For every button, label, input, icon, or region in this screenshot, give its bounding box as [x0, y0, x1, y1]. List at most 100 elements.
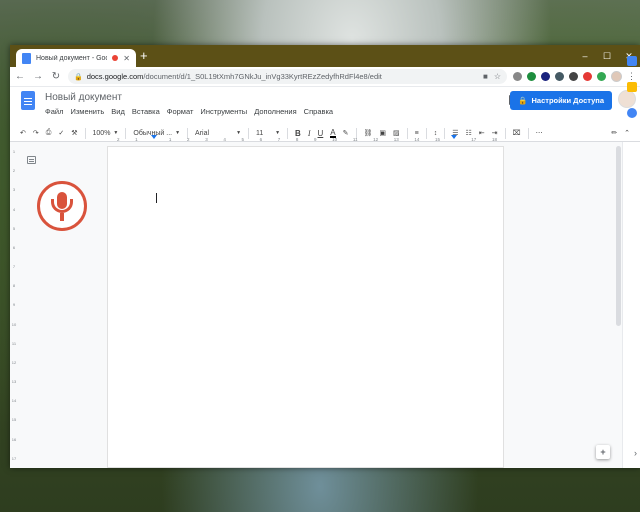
explore-add-button[interactable] — [596, 445, 610, 459]
text-cursor — [156, 193, 157, 203]
ruler-tick: 1 — [135, 136, 138, 142]
share-button[interactable]: 🔒 Настройки Доступа — [510, 91, 612, 110]
menu-view[interactable]: Вид — [111, 107, 125, 116]
omnibox-actions: ■ ☆ — [483, 72, 501, 81]
spellcheck-icon[interactable]: ✓ — [58, 129, 64, 137]
editing-mode-icon[interactable]: ✏ — [611, 129, 617, 137]
green-extension-icon[interactable] — [527, 72, 536, 81]
minimize-button[interactable]: – — [574, 45, 596, 67]
vertical-ruler-tick: 16 — [11, 436, 17, 442]
mic-stand — [60, 213, 64, 221]
vertical-ruler-tick: 14 — [11, 398, 17, 404]
mic-arc — [51, 199, 73, 213]
right-indent-marker[interactable] — [451, 135, 457, 139]
url-text: docs.google.com/document/d/1_S0L19tXmh7G… — [87, 72, 479, 81]
keep-icon[interactable] — [627, 82, 637, 92]
profile-avatar[interactable] — [611, 71, 622, 82]
docs-header: Новый документ Файл Изменить Вид Вставка… — [10, 87, 640, 125]
pocket-extension-icon[interactable] — [513, 72, 522, 81]
ruler-tick: 4 — [223, 136, 226, 142]
new-tab-button[interactable]: + — [140, 49, 148, 63]
chevron-right-icon[interactable]: › — [634, 448, 637, 458]
user-avatar[interactable] — [618, 90, 636, 108]
maximize-button[interactable]: ☐ — [596, 45, 618, 67]
camera-icon[interactable]: ■ — [483, 72, 488, 81]
ruler-tick: 1 — [168, 136, 172, 142]
drive-extension-icon[interactable] — [597, 72, 606, 81]
vertical-ruler-tick: 3 — [12, 187, 16, 193]
vertical-scrollbar[interactable] — [616, 142, 621, 468]
ruler-tick: 18 — [491, 136, 497, 142]
toolbar-divider — [527, 127, 529, 139]
vertical-ruler-tick: 6 — [12, 244, 16, 250]
redo-icon[interactable]: ↷ — [33, 129, 39, 137]
more-icon[interactable]: ⋯ — [536, 129, 543, 137]
browser-tab[interactable]: Новый документ - Google Д ✕ — [16, 49, 136, 67]
clear-formatting-icon[interactable]: ⌧ — [513, 129, 521, 137]
url-input[interactable]: 🔒 docs.google.com/document/d/1_S0L19tXmh… — [68, 69, 507, 84]
url-domain: docs.google.com — [86, 72, 144, 81]
scroll-thumb[interactable] — [616, 146, 621, 326]
address-bar: ← → ↻ 🔒 docs.google.com/document/d/1_S0L… — [10, 67, 640, 87]
menu-file[interactable]: Файл — [45, 107, 63, 116]
reload-icon[interactable]: ↻ — [50, 71, 62, 82]
dark-extension-icon[interactable] — [569, 72, 578, 81]
menu-addons[interactable]: Дополнения — [254, 107, 296, 116]
bookmark-star-icon[interactable]: ☆ — [494, 72, 501, 81]
menu-edit[interactable]: Изменить — [70, 107, 104, 116]
vertical-ruler-tick: 12 — [11, 359, 17, 365]
vertical-ruler-tick: 17 — [11, 455, 17, 461]
vertical-ruler-tick: 4 — [12, 206, 16, 212]
paint-format-icon[interactable]: ⚒ — [71, 129, 77, 137]
document-page[interactable] — [107, 146, 504, 468]
back-icon[interactable]: ← — [14, 71, 26, 82]
check-extension-icon[interactable] — [555, 72, 564, 81]
vertical-ruler-tick: 2 — [12, 168, 16, 174]
menu-format[interactable]: Формат — [167, 107, 194, 116]
vertical-ruler-tick: 8 — [12, 283, 16, 289]
vertical-ruler-tick: 11 — [11, 340, 17, 346]
print-icon[interactable]: ⎙ — [46, 129, 52, 137]
document-outline-icon[interactable] — [27, 156, 36, 164]
browser-titlebar: Новый документ - Google Д ✕ + – ☐ ✕ — [10, 45, 640, 67]
toolbar-divider — [84, 127, 86, 139]
vertical-ruler-tick: 10 — [11, 321, 17, 327]
indent-marker[interactable] — [151, 135, 157, 139]
docs-favicon-icon — [22, 52, 31, 64]
forward-icon[interactable]: → — [32, 71, 44, 82]
ruler-tick: 5 — [241, 136, 244, 142]
tab-title: Новый документ - Google Д — [36, 54, 107, 62]
docs-menubar: Файл Изменить Вид Вставка Формат Инструм… — [45, 107, 333, 116]
menu-help[interactable]: Справка — [304, 107, 333, 116]
ruler-tick: 2 — [187, 136, 190, 142]
vertical-ruler-tick: 5 — [12, 225, 16, 231]
red-extension-icon[interactable] — [583, 72, 592, 81]
menu-insert[interactable]: Вставка — [132, 107, 160, 116]
vpn-extension-icon[interactable] — [541, 72, 550, 81]
ruler-tick: 11 — [352, 136, 358, 142]
ruler-tick: 7 — [277, 136, 281, 142]
lock-icon[interactable]: 🔒 — [74, 73, 83, 81]
collapse-menu-icon[interactable]: ⌃ — [624, 129, 630, 137]
calendar-icon[interactable] — [627, 56, 637, 66]
vertical-ruler-tick: 9 — [12, 302, 16, 308]
ruler-tick: 15 — [435, 136, 441, 142]
ruler-tick: 13 — [393, 136, 399, 142]
vertical-ruler-tick: 15 — [11, 417, 17, 423]
menu-tools[interactable]: Инструменты — [200, 107, 247, 116]
browser-menu-icon[interactable]: ⋮ — [627, 71, 636, 82]
ruler-tick: 14 — [414, 136, 420, 142]
docs-logo-icon[interactable] — [21, 91, 35, 110]
document-title[interactable]: Новый документ — [45, 92, 122, 103]
vertical-ruler-tick: 7 — [12, 264, 16, 270]
undo-icon[interactable]: ↶ — [20, 129, 26, 137]
ruler-tick: 8 — [295, 136, 299, 142]
ruler-tick: 17 — [471, 136, 477, 142]
tasks-icon[interactable] — [627, 108, 637, 118]
recording-indicator-icon — [112, 55, 119, 61]
tab-close-icon[interactable]: ✕ — [123, 54, 130, 63]
voice-typing-mic-icon[interactable] — [37, 181, 87, 231]
document-workspace: 1234567891011121314151617 › — [10, 56, 640, 468]
ruler-tick: 10 — [332, 136, 338, 142]
ruler-tick: 9 — [314, 136, 317, 142]
